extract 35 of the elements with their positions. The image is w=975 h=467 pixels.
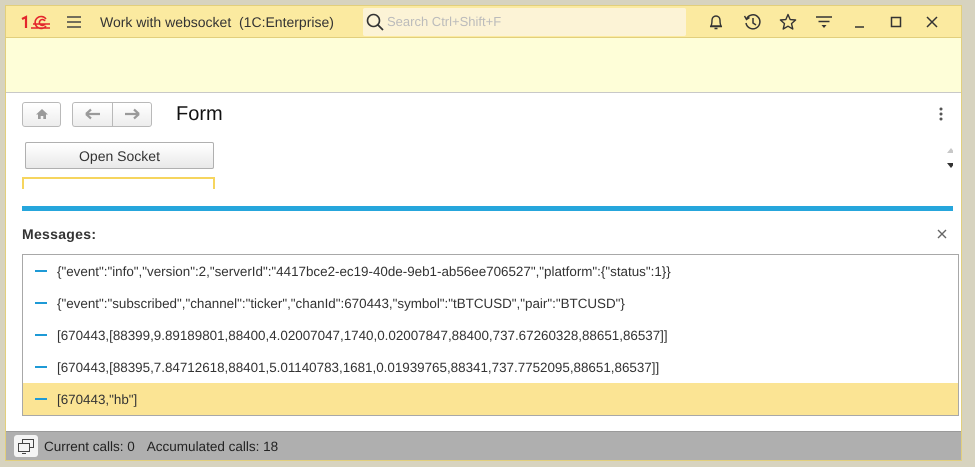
menu-icon[interactable]	[66, 14, 82, 29]
history-icon[interactable]	[743, 12, 761, 31]
open-socket-button[interactable]: Open Socket	[25, 142, 214, 170]
more-icon[interactable]	[939, 107, 943, 122]
forward-button[interactable]	[112, 102, 152, 127]
sessions-button[interactable]	[14, 435, 38, 458]
dash-icon	[35, 366, 47, 368]
monitors-icon	[17, 438, 35, 454]
star-icon[interactable]	[779, 12, 797, 31]
back-button[interactable]	[72, 102, 112, 127]
message-row[interactable]: [670443,"hb"]	[23, 383, 958, 416]
home-button[interactable]	[22, 102, 61, 127]
message-text: {"event":"subscribed","channel":"ticker","chanId":670443,"symbol":"tBTCUSD","pair":"BTCUSD"}	[57, 296, 625, 311]
message-text: [670443,"hb"]	[57, 392, 138, 407]
message-text: {"event":"info","version":2,"serverId":"4417bce2-ec19-40de-9eb1-ab56ee706527","platform":{"status":1}}	[57, 264, 671, 279]
messages-label: Messages:	[22, 226, 98, 242]
arrow-left-icon	[84, 108, 100, 120]
search-icon[interactable]	[366, 12, 384, 31]
arrow-right-icon	[124, 108, 140, 120]
message-text: [670443,[88399,9.89189801,88400,4.02007047,1740,0.02007847,88400,737.67260328,88651,86537]]	[57, 328, 668, 343]
dash-icon	[35, 398, 47, 400]
close-icon[interactable]	[937, 229, 947, 240]
dash-icon	[35, 334, 47, 336]
scroll-down-icon[interactable]	[947, 163, 953, 168]
window-title: Work with websocket (1C:Enterprise)	[100, 14, 335, 30]
accumulated-calls: Accumulated calls: 18	[146, 438, 278, 454]
dash-icon	[35, 270, 47, 272]
splitter-bar[interactable]	[22, 206, 953, 212]
current-calls: Current calls: 0	[44, 438, 135, 454]
form-title: Form	[176, 102, 224, 126]
search-field[interactable]: Search Ctrl+Shift+F	[363, 8, 686, 36]
dash-icon	[35, 302, 47, 304]
message-text: [670443,[88395,7.84712618,88401,5.01140783,1681,0.01939765,88341,737.7752095,88651,86537]]	[57, 360, 660, 375]
home-icon	[34, 108, 48, 120]
bell-icon[interactable]	[707, 12, 725, 31]
